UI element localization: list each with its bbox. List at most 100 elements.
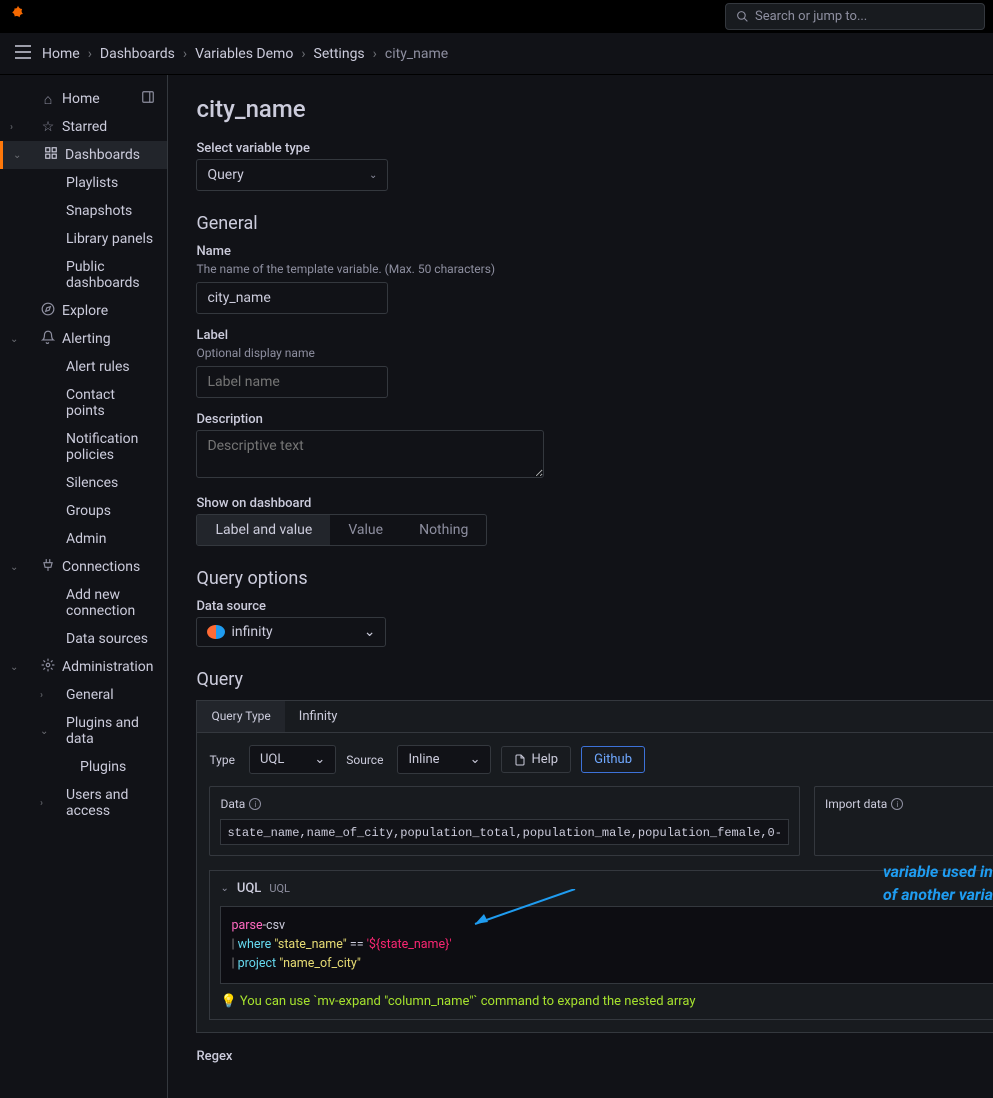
desc-label: Description — [196, 412, 993, 427]
source-label: Source — [346, 753, 383, 767]
uql-tip: 💡 You can use `mv-expand "column_name"` … — [220, 994, 993, 1009]
chevron-down-icon: ⌄ — [314, 752, 325, 767]
home-icon: ⌂ — [40, 91, 56, 108]
query-heading: Query — [196, 669, 993, 690]
help-button[interactable]: Help — [501, 746, 571, 773]
bell-icon — [40, 330, 56, 348]
chevron-down-icon[interactable]: ⌄ — [220, 883, 228, 894]
sidebar-item-users-access[interactable]: › Users and access — [0, 781, 167, 825]
sidebar-item-alert-admin[interactable]: Admin — [0, 525, 167, 553]
bulb-icon: 💡 — [220, 994, 236, 1009]
chevron-down-icon: ⌄ — [10, 334, 18, 345]
datasource-select[interactable]: infinity ⌄ — [196, 617, 386, 647]
import-data-box: Import data i — [814, 786, 993, 856]
chevron-down-icon: ⌄ — [13, 150, 21, 161]
chevron-right-icon: › — [10, 122, 13, 133]
sidebar-item-contact-points[interactable]: Contact points — [0, 381, 167, 425]
show-opt-value[interactable]: Value — [330, 515, 401, 545]
query-editor-box: Query Type Infinity Type UQL⌄ Source Inl… — [196, 700, 993, 1033]
sidebar-nav: ⌂ Home › ☆ Starred ⌄ Dashboards Playlist… — [0, 75, 168, 1098]
github-button[interactable]: Github — [581, 746, 645, 773]
query-type-value[interactable]: Infinity — [285, 701, 993, 732]
uql-code-editor[interactable]: ▷ parse-csv | where "state_name" == '${s… — [220, 906, 993, 984]
regex-label: Regex — [196, 1049, 993, 1064]
chevron-down-icon: ⌄ — [10, 562, 18, 573]
info-icon[interactable]: i — [891, 798, 903, 810]
chevron-down-icon: ⌄ — [10, 662, 18, 673]
sidebar-item-public-dashboards[interactable]: Public dashboards — [0, 253, 167, 297]
chevron-right-icon: › — [40, 690, 43, 701]
query-type-tab-label: Query Type — [197, 701, 284, 732]
main-content: city_name Select variable type Query⌄ Ge… — [168, 75, 993, 1098]
sidebar-item-explore[interactable]: Explore — [0, 297, 167, 325]
name-input[interactable] — [196, 282, 388, 314]
sidebar-item-snapshots[interactable]: Snapshots — [0, 197, 167, 225]
type-select[interactable]: UQL⌄ — [249, 745, 336, 774]
gear-icon — [40, 658, 56, 676]
name-hint: The name of the template variable. (Max.… — [196, 262, 993, 276]
type-label: Type — [209, 753, 235, 767]
sidebar-item-plugins[interactable]: Plugins — [0, 753, 167, 781]
plug-icon — [40, 558, 56, 576]
var-type-select[interactable]: Query⌄ — [196, 159, 388, 191]
import-label: Import data — [825, 797, 887, 811]
bc-dashboards[interactable]: Dashboards — [100, 46, 175, 62]
show-label: Show on dashboard — [196, 496, 993, 511]
label-hint: Optional display name — [196, 346, 993, 360]
info-icon[interactable]: i — [249, 798, 261, 810]
dashboards-icon — [43, 146, 59, 164]
bc-settings[interactable]: Settings — [314, 46, 365, 62]
search-placeholder: Search or jump to... — [755, 9, 867, 24]
query-options-heading: Query options — [196, 568, 993, 589]
show-opt-label-value[interactable]: Label and value — [197, 515, 330, 545]
bc-home[interactable]: Home — [42, 46, 80, 62]
chevron-right-icon: › — [40, 798, 43, 809]
sidebar-item-alerting[interactable]: ⌄ Alerting — [0, 325, 167, 353]
uql-label: UQL — [237, 881, 261, 896]
sidebar-item-data-sources[interactable]: Data sources — [0, 625, 167, 653]
data-label: Data — [220, 797, 245, 811]
general-heading: General — [196, 213, 993, 234]
show-on-dashboard-radio: Label and value Value Nothing — [196, 514, 487, 546]
show-opt-nothing[interactable]: Nothing — [401, 515, 486, 545]
sidebar-item-connections[interactable]: ⌄ Connections — [0, 553, 167, 581]
sidebar-item-starred[interactable]: › ☆ Starred — [0, 113, 167, 141]
sidebar-item-plugins-data[interactable]: ⌄ Plugins and data — [0, 709, 167, 753]
sidebar-item-alert-rules[interactable]: Alert rules — [0, 353, 167, 381]
page-title: city_name — [196, 95, 993, 123]
compass-icon — [40, 302, 56, 320]
sidebar-item-administration[interactable]: ⌄ Administration — [0, 653, 167, 681]
ds-label: Data source — [196, 599, 993, 614]
star-icon: ☆ — [40, 119, 56, 135]
breadcrumb: Home› Dashboards› Variables Demo› Settin… — [42, 46, 448, 62]
sidebar-item-silences[interactable]: Silences — [0, 469, 167, 497]
sidebar-item-library-panels[interactable]: Library panels — [0, 225, 167, 253]
uql-sub: UQL — [269, 882, 290, 895]
sidebar-item-general[interactable]: › General — [0, 681, 167, 709]
dock-icon[interactable] — [141, 90, 155, 108]
bc-dashboard-name[interactable]: Variables Demo — [195, 46, 293, 62]
bc-current: city_name — [385, 46, 448, 62]
chevron-down-icon: ⌄ — [470, 752, 481, 767]
chevron-down-icon: ⌄ — [40, 726, 48, 737]
grafana-logo-icon[interactable] — [8, 4, 28, 29]
desc-textarea[interactable] — [196, 430, 544, 478]
hamburger-menu-icon[interactable] — [14, 43, 32, 64]
sidebar-item-home[interactable]: ⌂ Home — [0, 85, 167, 113]
uql-section: ⌄ UQL UQL ▷ parse-csv | where "state_nam… — [209, 870, 993, 1020]
sidebar-item-dashboards[interactable]: ⌄ Dashboards — [0, 141, 167, 169]
sidebar-item-add-connection[interactable]: Add new connection — [0, 581, 167, 625]
chevron-down-icon: ⌄ — [369, 170, 377, 181]
sidebar-item-playlists[interactable]: Playlists — [0, 169, 167, 197]
label-input[interactable] — [196, 366, 388, 398]
data-box: Data i state_name,name_of_city,populatio… — [209, 786, 800, 856]
global-search-input[interactable]: Search or jump to... — [725, 3, 985, 30]
sidebar-item-notification-policies[interactable]: Notification policies — [0, 425, 167, 469]
name-label: Name — [196, 244, 993, 259]
sidebar-item-groups[interactable]: Groups — [0, 497, 167, 525]
data-textarea[interactable]: state_name,name_of_city,population_total… — [220, 819, 789, 845]
source-select[interactable]: Inline⌄ — [397, 745, 491, 774]
infinity-icon — [207, 625, 225, 639]
chevron-down-icon: ⌄ — [364, 624, 376, 640]
var-type-label: Select variable type — [196, 141, 993, 156]
